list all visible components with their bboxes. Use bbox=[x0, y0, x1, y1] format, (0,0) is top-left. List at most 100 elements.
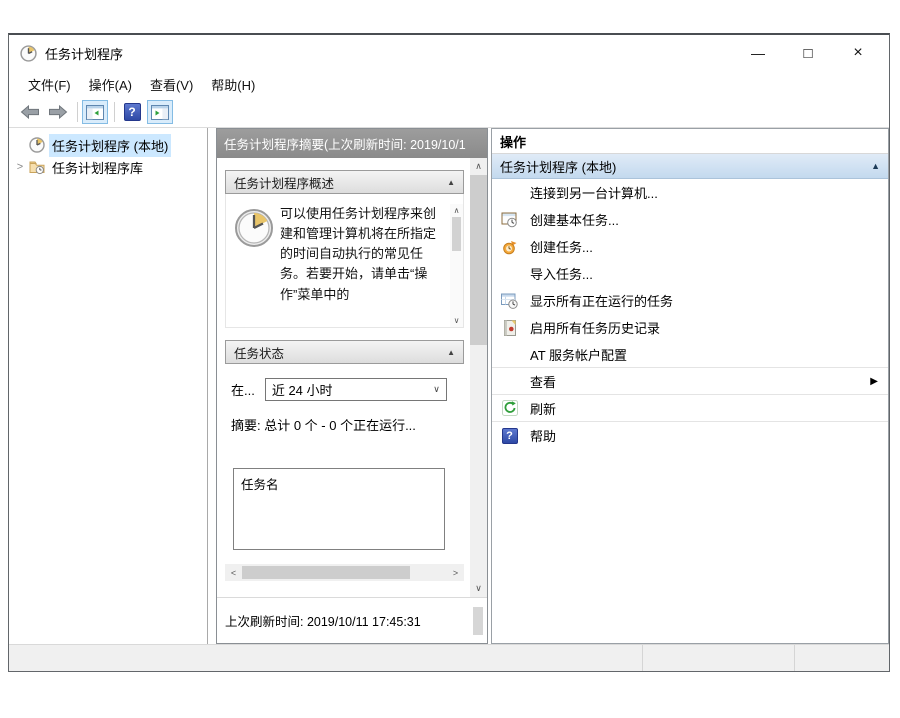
minimize-button[interactable]: — bbox=[733, 35, 783, 71]
action-display-running-tasks[interactable]: 显示所有正在运行的任务 bbox=[492, 287, 888, 314]
toolbar-separator bbox=[77, 102, 78, 122]
collapse-icon[interactable]: ▲ bbox=[871, 161, 880, 171]
overview-section-title: 任务计划程序概述 bbox=[234, 173, 334, 192]
action-refresh[interactable]: 刷新 bbox=[492, 395, 888, 422]
help-icon: ? bbox=[124, 103, 141, 121]
action-label: 创建基本任务... bbox=[530, 210, 619, 229]
action-view[interactable]: 查看 ▶ bbox=[492, 368, 888, 395]
chevron-down-icon: ∨ bbox=[433, 384, 440, 395]
action-label: 查看 bbox=[530, 372, 556, 391]
tree-expander-icon[interactable]: > bbox=[13, 161, 27, 173]
tree-item-task-scheduler-local[interactable]: 任务计划程序 (本地) bbox=[9, 134, 207, 156]
status-cell bbox=[794, 645, 889, 671]
task-status-title: 任务状态 bbox=[234, 343, 284, 362]
summary-pane: 任务计划程序摘要(上次刷新时间: 2019/10/1 任务计划程序概述 ▲ bbox=[216, 128, 488, 644]
toolbar: ? bbox=[9, 97, 889, 128]
filter-label: 在... bbox=[231, 380, 255, 399]
create-task-icon bbox=[500, 238, 519, 255]
last-refresh-text: 上次刷新时间: 2019/10/11 17:45:31 bbox=[225, 611, 421, 630]
status-bar bbox=[9, 644, 889, 671]
actions-pane: 操作 任务计划程序 (本地) ▲ 连接到另一台计算机... bbox=[491, 128, 889, 644]
task-status-body: 在... 近 24 小时 ∨ 摘要: 总计 0 个 - 0 个正在运行... 任… bbox=[225, 364, 464, 550]
action-label: 创建任务... bbox=[530, 237, 593, 256]
overview-scrollbar[interactable]: ∧ ∨ bbox=[450, 204, 463, 327]
collapse-icon[interactable]: ▲ bbox=[447, 348, 455, 357]
submenu-arrow-icon: ▶ bbox=[870, 376, 878, 387]
summary-pane-body: 任务计划程序概述 ▲ 可以使用任务计划程序来创建和管理计算机将在所指定的时间自动… bbox=[217, 158, 487, 597]
task-status-section: 任务状态 ▲ 在... 近 24 小时 ∨ 摘要: 总计 0 bbox=[225, 340, 464, 550]
close-button[interactable]: × bbox=[833, 35, 883, 71]
back-button[interactable] bbox=[17, 100, 43, 124]
task-scheduler-window: 任务计划程序 — □ × 文件(F) 操作(A) 查看(V) 帮助(H) bbox=[8, 33, 890, 672]
back-arrow-icon bbox=[20, 105, 40, 119]
scrollbar-thumb[interactable] bbox=[242, 566, 410, 579]
actions-group-header[interactable]: 任务计划程序 (本地) ▲ bbox=[492, 154, 888, 179]
horizontal-scrollbar[interactable]: < > bbox=[225, 564, 464, 581]
status-cell bbox=[9, 645, 642, 671]
help-icon: ? bbox=[500, 427, 519, 444]
action-label: 启用所有任务历史记录 bbox=[530, 318, 660, 337]
scroll-right-icon[interactable]: > bbox=[447, 568, 464, 578]
icon-spacer bbox=[500, 265, 519, 282]
toolbar-separator bbox=[114, 102, 115, 122]
clock-app-icon bbox=[20, 45, 37, 62]
task-name-column-header[interactable]: 任务名 bbox=[241, 478, 279, 492]
action-help[interactable]: ? 帮助 bbox=[492, 422, 888, 449]
dropdown-value: 近 24 小时 bbox=[272, 380, 333, 399]
collapse-icon[interactable]: ▲ bbox=[447, 178, 455, 187]
summary-vertical-scrollbar[interactable]: ∧ ∨ bbox=[470, 158, 487, 597]
running-tasks-icon bbox=[500, 292, 519, 309]
action-enable-task-history[interactable]: 启用所有任务历史记录 bbox=[492, 314, 888, 341]
icon-spacer bbox=[500, 346, 519, 363]
task-status-section-header[interactable]: 任务状态 ▲ bbox=[225, 340, 464, 364]
overview-section-body: 可以使用任务计划程序来创建和管理计算机将在所指定的时间自动执行的常见任务。若要开… bbox=[225, 194, 464, 328]
tree-item-label[interactable]: 任务计划程序 (本地) bbox=[49, 134, 171, 157]
toolbar-help-button[interactable]: ? bbox=[119, 100, 145, 124]
scrollbar-remnant bbox=[473, 607, 483, 635]
clock-icon bbox=[29, 137, 45, 153]
menu-view[interactable]: 查看(V) bbox=[141, 72, 202, 97]
actions-pane-title: 操作 bbox=[492, 129, 888, 154]
menu-file[interactable]: 文件(F) bbox=[19, 72, 80, 97]
scroll-down-icon[interactable]: ∨ bbox=[454, 314, 460, 327]
forward-button[interactable] bbox=[45, 100, 71, 124]
action-create-basic-task[interactable]: 创建基本任务... bbox=[492, 206, 888, 233]
menu-bar: 文件(F) 操作(A) 查看(V) 帮助(H) bbox=[9, 71, 889, 97]
scroll-up-icon[interactable]: ∧ bbox=[454, 204, 460, 217]
status-summary-text: 摘要: 总计 0 个 - 0 个正在运行... bbox=[231, 415, 462, 434]
action-label: 刷新 bbox=[530, 399, 556, 418]
action-label: 帮助 bbox=[530, 426, 556, 445]
scroll-up-icon[interactable]: ∧ bbox=[470, 158, 487, 175]
summary-content: 任务计划程序概述 ▲ 可以使用任务计划程序来创建和管理计算机将在所指定的时间自动… bbox=[217, 158, 470, 597]
clock-illustration-icon bbox=[234, 208, 274, 248]
pane-gap bbox=[208, 128, 216, 644]
scrollbar-thumb[interactable] bbox=[470, 175, 487, 345]
tree-item-task-scheduler-library[interactable]: > 任务计划程序库 bbox=[9, 156, 207, 178]
basic-task-icon bbox=[500, 211, 519, 228]
menu-action[interactable]: 操作(A) bbox=[80, 72, 141, 97]
forward-arrow-icon bbox=[48, 105, 68, 119]
time-range-dropdown[interactable]: 近 24 小时 ∨ bbox=[265, 378, 447, 401]
scroll-down-icon[interactable]: ∨ bbox=[470, 580, 487, 597]
task-name-table: 任务名 bbox=[233, 468, 445, 550]
overview-section-header[interactable]: 任务计划程序概述 ▲ bbox=[225, 170, 464, 194]
overview-text: 可以使用任务计划程序来创建和管理计算机将在所指定的时间自动执行的常见任务。若要开… bbox=[280, 204, 448, 327]
console-tree-icon bbox=[86, 105, 104, 120]
show-console-tree-button[interactable] bbox=[82, 100, 108, 124]
summary-pane-header: 任务计划程序摘要(上次刷新时间: 2019/10/1 bbox=[217, 129, 487, 158]
action-at-service-account-config[interactable]: AT 服务帐户配置 bbox=[492, 341, 888, 368]
refresh-icon bbox=[500, 400, 519, 417]
last-refresh-bar: 上次刷新时间: 2019/10/11 17:45:31 bbox=[217, 597, 487, 643]
scroll-left-icon[interactable]: < bbox=[225, 568, 242, 578]
menu-help[interactable]: 帮助(H) bbox=[202, 72, 264, 97]
tree-item-label[interactable]: 任务计划程序库 bbox=[49, 156, 146, 179]
action-create-task[interactable]: 创建任务... bbox=[492, 233, 888, 260]
status-filter-row: 在... 近 24 小时 ∨ bbox=[231, 378, 462, 401]
action-label: 连接到另一台计算机... bbox=[530, 183, 658, 202]
icon-spacer bbox=[500, 373, 519, 390]
show-action-pane-button[interactable] bbox=[147, 100, 173, 124]
scrollbar-thumb[interactable] bbox=[452, 217, 461, 251]
action-connect-to-another-computer[interactable]: 连接到另一台计算机... bbox=[492, 179, 888, 206]
action-import-task[interactable]: 导入任务... bbox=[492, 260, 888, 287]
maximize-button[interactable]: □ bbox=[783, 35, 833, 71]
